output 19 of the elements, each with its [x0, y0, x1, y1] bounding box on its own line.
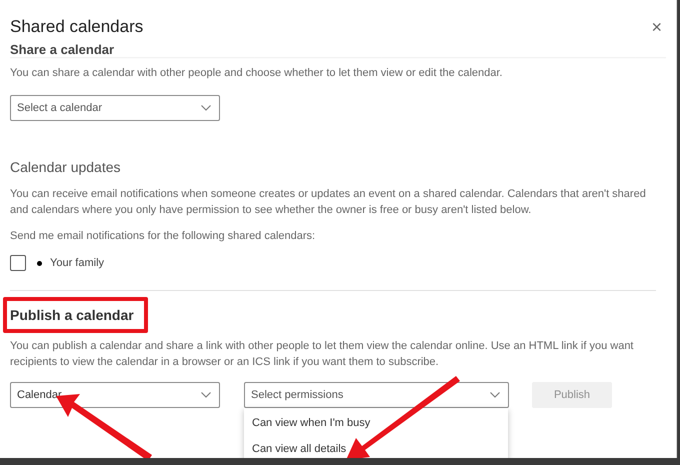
chevron-down-icon	[490, 392, 500, 398]
checkbox[interactable]	[10, 255, 26, 271]
section-heading: Share a calendar	[10, 42, 114, 57]
menu-option[interactable]: Can view all details	[244, 436, 508, 458]
menu-option[interactable]: Can view when I'm busy	[244, 410, 508, 436]
dialog-title: Shared calendars	[10, 17, 144, 37]
updates-description: You can receive email notifications when someone creates or updates an event on a shared calendar. Calendars that aren't shared and calendars where you only have permission to see whether the owner is free or busy aren't listed below.	[10, 187, 647, 218]
publish-description: You can publish a calendar and share a link with other people to let them view the calendar online. Use an HTML link if you want recipients to view the calendar in a browser or an ICS link if you want them to subscribe.	[10, 339, 634, 370]
chevron-down-icon	[201, 392, 211, 398]
notification-prompt: Send me email notifications for the following shared calendars:	[10, 229, 316, 244]
calendar-name: Your family	[50, 257, 104, 269]
calendar-select[interactable]: Select a calendar	[10, 95, 220, 121]
chevron-down-icon	[201, 105, 211, 111]
share-description: You can share a calendar with other people and choose whether to let them view or edit the calendar.	[10, 66, 504, 81]
permissions-select[interactable]: Select permissions	[244, 382, 509, 408]
close-button[interactable]: ×	[651, 18, 662, 36]
section-heading: Calendar updates	[10, 159, 122, 175]
calendar-select[interactable]: Calendar	[10, 382, 220, 408]
section-heading: Publish a calendar	[10, 307, 134, 323]
